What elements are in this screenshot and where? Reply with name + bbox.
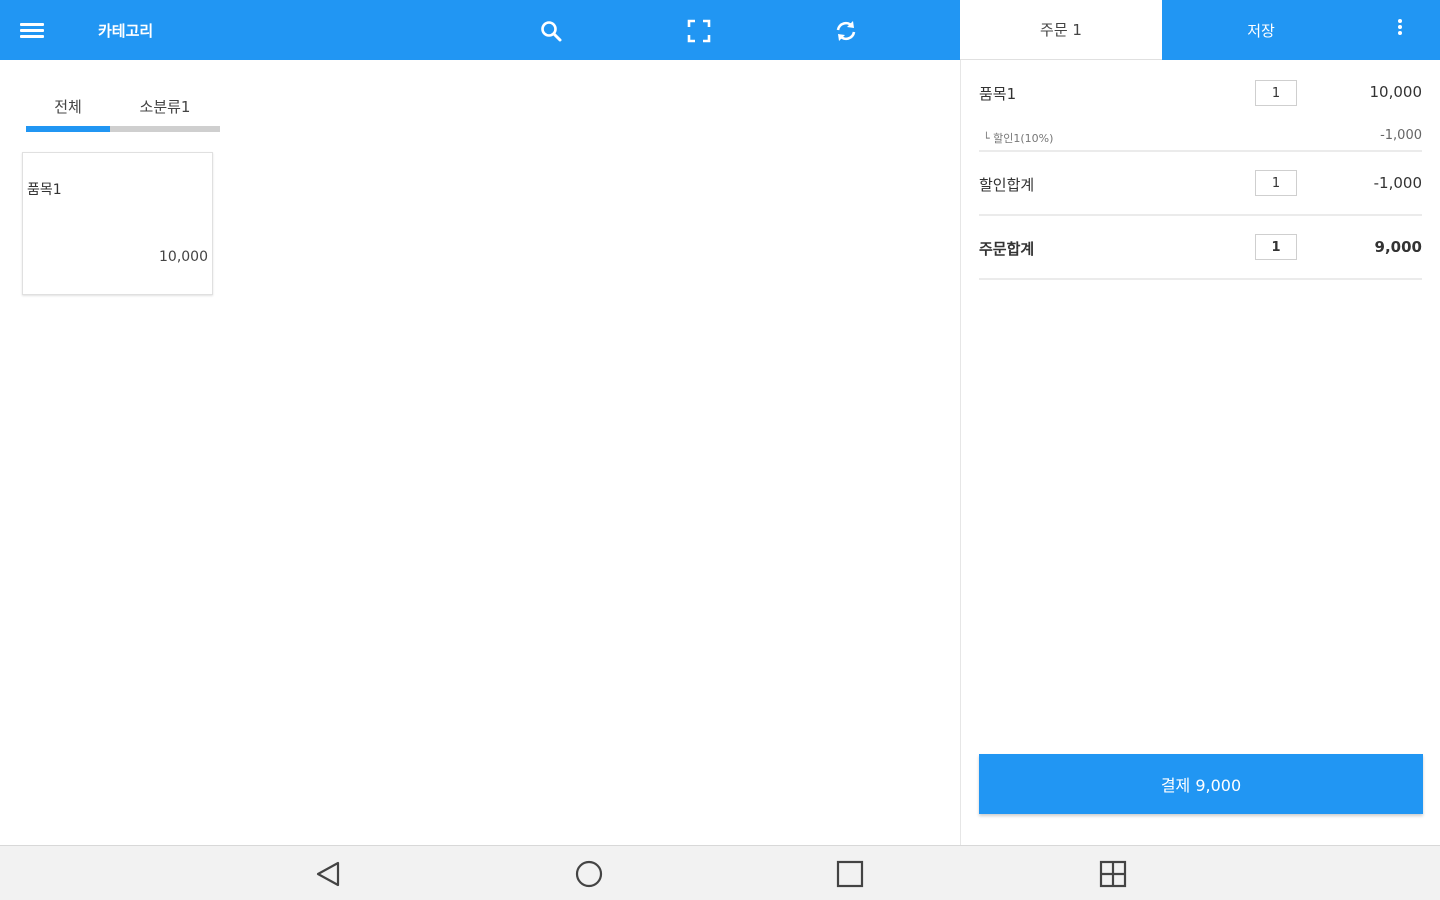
order-item-qty[interactable]: 1 <box>1255 80 1297 106</box>
discount-amount: -1,000 <box>1380 128 1422 143</box>
product-price: 10,000 <box>159 249 208 265</box>
order-item-name: 품목1 <box>979 85 1017 103</box>
product-pane: 전체 소분류1 품목1 10,000 <box>0 60 960 845</box>
row-divider <box>979 214 1422 216</box>
discount-label: └ 할인1(10%) <box>983 132 1054 145</box>
order-total-amount: 9,000 <box>1374 238 1422 256</box>
home-icon[interactable] <box>573 858 605 890</box>
discount-total-row: 할인합계 1 -1,000 <box>979 170 1422 200</box>
product-card[interactable]: 품목1 10,000 <box>22 152 213 295</box>
order-item-amount: 10,000 <box>1369 83 1423 101</box>
order-total-label: 주문합계 <box>979 240 1035 258</box>
product-name: 품목1 <box>27 182 62 198</box>
tab-indicator <box>26 126 110 132</box>
category-tabs: 전체 소분류1 <box>26 86 220 132</box>
tab-subcategory-1[interactable]: 소분류1 <box>110 86 220 126</box>
discount-total-qty: 1 <box>1255 170 1297 196</box>
row-divider <box>979 278 1422 280</box>
refresh-icon[interactable] <box>833 18 859 44</box>
order-pane: 품목1 1 10,000 └ 할인1(10%) -1,000 할인합계 1 -1… <box>961 60 1440 845</box>
search-icon[interactable] <box>538 18 564 44</box>
save-tab[interactable]: 저장 <box>1162 0 1360 60</box>
order-item-row[interactable]: 품목1 1 10,000 <box>979 80 1422 110</box>
tab-all[interactable]: 전체 <box>26 86 110 126</box>
app-bar: 카테고리 <box>0 0 960 60</box>
discount-total-amount: -1,000 <box>1373 174 1422 192</box>
order-total-qty: 1 <box>1255 234 1297 260</box>
pay-button[interactable]: 결제 9,000 <box>979 754 1423 814</box>
recent-apps-icon[interactable] <box>834 858 866 890</box>
system-nav-bar <box>0 845 1440 900</box>
order-total-row: 주문합계 1 9,000 <box>979 234 1422 264</box>
back-icon[interactable] <box>312 858 344 890</box>
split-screen-icon[interactable] <box>1097 858 1129 890</box>
more-vert-icon[interactable] <box>1360 0 1440 60</box>
menu-icon[interactable] <box>20 20 44 40</box>
order-tab[interactable]: 주문 1 <box>960 0 1162 60</box>
discount-row[interactable]: └ 할인1(10%) -1,000 <box>979 128 1422 152</box>
fullscreen-icon[interactable] <box>686 18 712 44</box>
discount-total-label: 할인합계 <box>979 176 1035 194</box>
category-title[interactable]: 카테고리 <box>98 20 153 41</box>
row-divider <box>979 150 1422 152</box>
